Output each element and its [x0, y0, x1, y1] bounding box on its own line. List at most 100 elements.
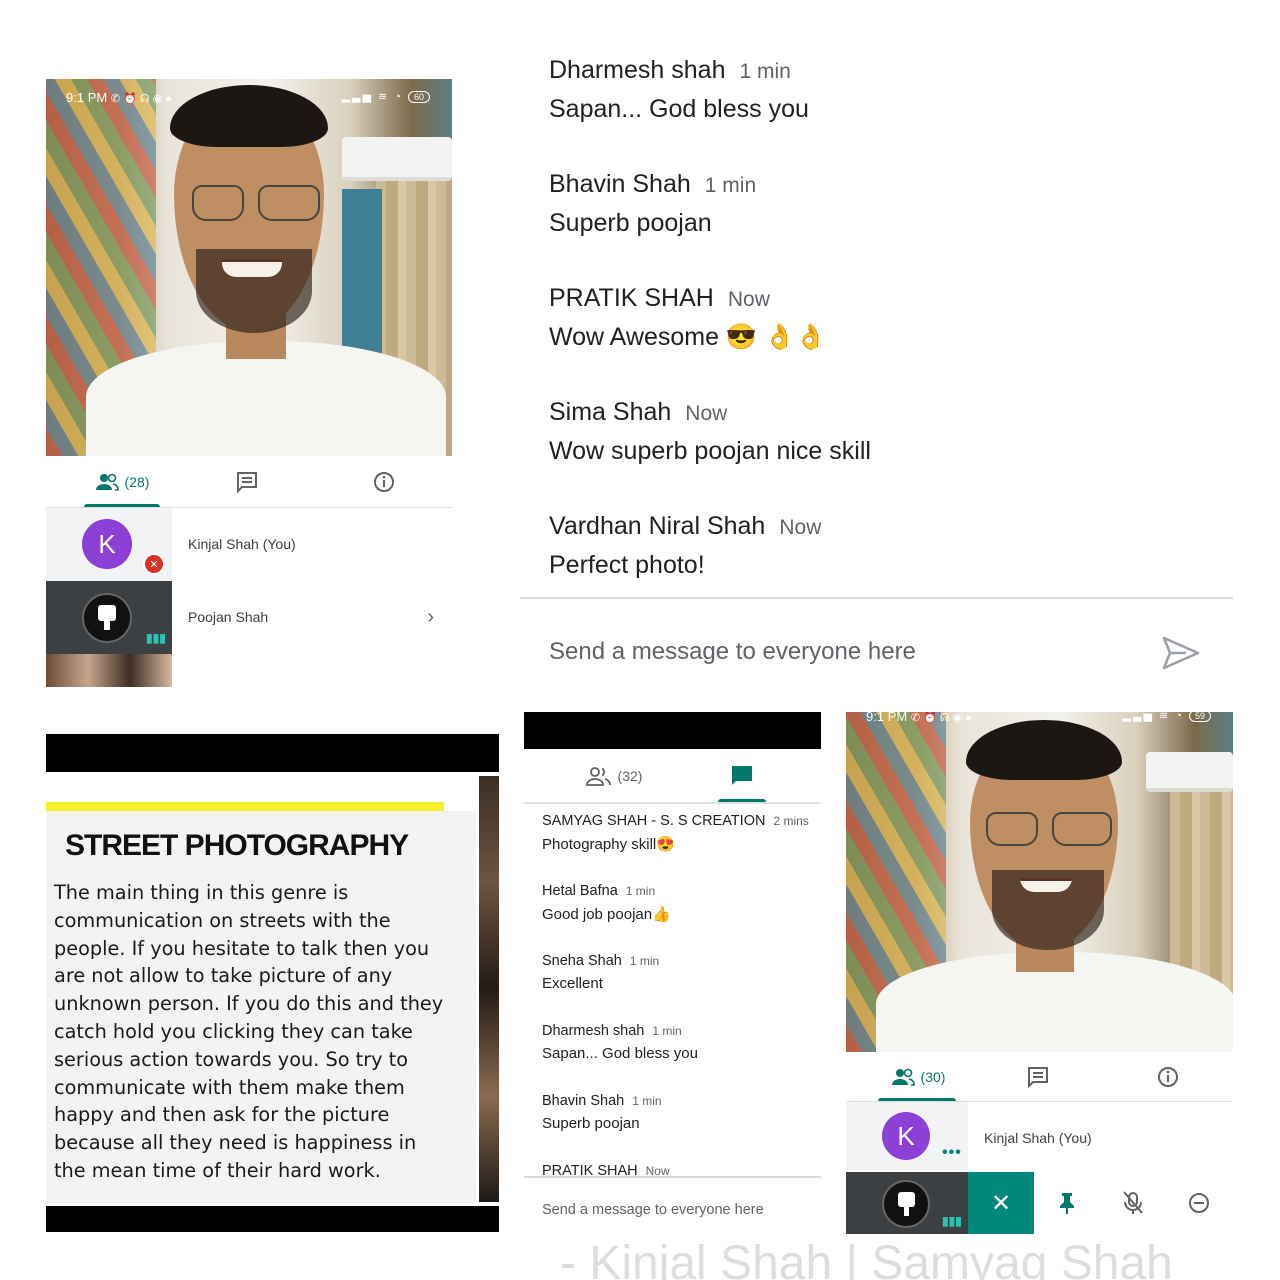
people-icon — [95, 473, 119, 491]
people-count: (30) — [920, 1068, 946, 1085]
message-text: Wow superb poojan nice skill — [549, 437, 871, 465]
mic-off-icon — [1123, 1191, 1143, 1214]
large-chat-panel: Dharmesh shah 1 min Sapan... God bless yo… — [520, 40, 1233, 700]
message-text: Photography skill😍 — [542, 836, 675, 853]
chat-message: Sima Shah Now Wow superb poojan nice skil… — [549, 398, 1229, 466]
message-time: Now — [685, 402, 728, 425]
participant-thumbnail — [46, 654, 172, 687]
message-text: Good job poojan👍 — [542, 906, 671, 923]
tab-chat[interactable] — [191, 456, 303, 507]
message-time: 1 min — [625, 884, 656, 898]
message-text: Excellent — [542, 975, 603, 992]
chat-message: Bhavin Shah 1 min Superb poojan — [549, 170, 1229, 238]
message-time: 2 mins — [773, 814, 809, 828]
chat-divider — [520, 597, 1233, 599]
chat-message: PRATIK SHAH Now — [542, 1162, 670, 1177]
participant-name: Kinjal Shah (You) — [188, 536, 296, 552]
avatar: K — [82, 519, 132, 569]
status-icons: ▂▃▅ ≋ ◔ 59 — [1123, 712, 1211, 722]
tab-chat[interactable] — [710, 749, 774, 802]
message-time: Now — [779, 516, 822, 539]
call-tabbar: (30) — [846, 1052, 1233, 1102]
tab-info[interactable] — [1114, 1052, 1222, 1101]
chat-message: Sneha Shah 1 min Excellent — [542, 952, 659, 992]
message-text: Superb poojan — [542, 1115, 640, 1132]
speaking-indicator-icon: ▮▮▮ — [942, 1214, 962, 1228]
battery-icon: 59 — [1188, 712, 1211, 722]
status-time: 9:1 PM ✆ ⏰ ☊ ◉ ● — [66, 90, 172, 105]
slide-top-bar — [46, 734, 499, 772]
speaker-video: 9:1 PM ✆ ⏰ ☊ ◉ ● ▂▃▅ ≋ ◔ 59 — [846, 712, 1233, 1052]
pin-button[interactable] — [1034, 1172, 1100, 1234]
participant-row-partial — [46, 654, 452, 687]
small-chat-panel: (32) SAMYAG SHAH - S. S CREATION 2 mins P… — [524, 712, 821, 1234]
speaker-video: 9:1 PM ✆ ⏰ ☊ ◉ ● ▂▃▅ ≋ ◔ 60 — [46, 79, 452, 456]
chevron-right-icon[interactable]: › — [427, 607, 434, 627]
chat-message: Dharmesh shah 1 min Sapan... God bless yo… — [549, 56, 1229, 124]
remove-circle-icon — [1189, 1193, 1209, 1213]
chat-input[interactable]: Send a message to everyone here — [542, 1202, 764, 1218]
status-bar: 9:1 PM ✆ ⏰ ☊ ◉ ● ▂▃▅ ≋ ◔ 60 — [46, 79, 452, 115]
message-sender: Sima Shah — [549, 398, 672, 426]
participant-row-kinjal[interactable]: K ••• Kinjal Shah (You) — [846, 1102, 1233, 1170]
chat-icon — [1028, 1066, 1048, 1088]
chat-message: SAMYAG SHAH - S. S CREATION 2 mins Photog… — [542, 812, 809, 853]
message-text: Sapan... God bless you — [549, 95, 809, 123]
mute-button[interactable] — [1100, 1172, 1166, 1234]
message-time: 1 min — [629, 954, 660, 968]
participant-row-poojan-actions: ▮▮▮ ✕ — [846, 1172, 1233, 1234]
avatar — [882, 1180, 930, 1228]
tab-people[interactable]: (30) — [864, 1052, 972, 1101]
status-bar: 9:1 PM ✆ ⏰ ☊ ◉ ● ▂▃▅ ≋ ◔ 59 — [846, 712, 1233, 728]
chat-icon — [732, 765, 752, 785]
participant-list: K ✕ Kinjal Shah (You) ▮▮▮ Poojan Shah › — [46, 508, 452, 687]
muted-mic-icon: ✕ — [143, 553, 165, 575]
status-icons: ▂▃▅ ≋ ◔ 60 — [342, 90, 430, 103]
message-sender: Dharmesh shah — [542, 1023, 645, 1039]
participant-thumbnail: K ✕ — [46, 508, 172, 581]
participant-row-poojan[interactable]: ▮▮▮ Poojan Shah › — [46, 581, 452, 654]
message-sender: PRATIK SHAH — [549, 284, 714, 312]
tab-info[interactable] — [328, 456, 440, 507]
speaking-dots-icon: ••• — [942, 1144, 962, 1161]
tab-people[interactable]: (32) — [554, 749, 674, 802]
people-icon — [585, 766, 611, 786]
close-icon: ✕ — [990, 1189, 1012, 1217]
chat-message: Dharmesh shah 1 min Sapan... God bless yo… — [542, 1022, 698, 1062]
people-icon — [891, 1068, 915, 1086]
slide-body: The main thing in this genre is communic… — [54, 881, 444, 1182]
small-chat-tabbar: (32) — [524, 749, 821, 804]
info-icon — [374, 471, 394, 492]
remove-button[interactable] — [1166, 1172, 1232, 1234]
message-text: Superb poojan — [549, 209, 712, 237]
tab-chat[interactable] — [984, 1052, 1092, 1101]
call-tabbar: (28) — [46, 456, 452, 508]
participant-thumbnail: K ••• — [846, 1102, 968, 1170]
message-sender: Sneha Shah — [542, 953, 622, 969]
message-sender: Hetal Bafna — [542, 883, 618, 899]
send-icon[interactable] — [1162, 636, 1200, 670]
chat-icon — [237, 471, 257, 493]
message-time: 1 min — [652, 1024, 682, 1038]
close-actions-button[interactable]: ✕ — [968, 1172, 1034, 1234]
slide-bottom-bar — [46, 1206, 499, 1232]
message-time: 1 min — [739, 60, 791, 83]
info-icon — [1158, 1066, 1178, 1087]
slide-title: STREET PHOTOGRAPHY — [65, 829, 409, 862]
battery-icon: 60 — [407, 91, 430, 103]
message-sender: Dharmesh shah — [549, 56, 726, 84]
chat-input[interactable]: Send a message to everyone here — [549, 638, 1109, 666]
tab-people[interactable]: (28) — [66, 456, 178, 507]
small-chat-top-bar — [524, 712, 821, 749]
status-time: 9:1 PM ✆ ⏰ ☊ ◉ ● — [866, 712, 972, 724]
message-text: Sapan... God bless you — [542, 1045, 698, 1062]
watermark: - Kinjal Shah | Samyag Shah — [560, 1237, 1173, 1280]
message-time: 1 min — [704, 174, 757, 197]
slide-content: STREET PHOTOGRAPHY The main thing in thi… — [46, 811, 476, 1203]
participant-name: Kinjal Shah (You) — [984, 1130, 1092, 1146]
message-time: 1 min — [632, 1094, 662, 1108]
participant-thumbnail: ▮▮▮ — [46, 581, 172, 654]
participant-row-kinjal[interactable]: K ✕ Kinjal Shah (You) — [46, 508, 452, 581]
chat-message: Bhavin Shah 1 min Superb poojan — [542, 1092, 662, 1132]
top-left-call-panel: 9:1 PM ✆ ⏰ ☊ ◉ ● ▂▃▅ ≋ ◔ 60 (28) K ✕ Kin… — [46, 79, 452, 687]
